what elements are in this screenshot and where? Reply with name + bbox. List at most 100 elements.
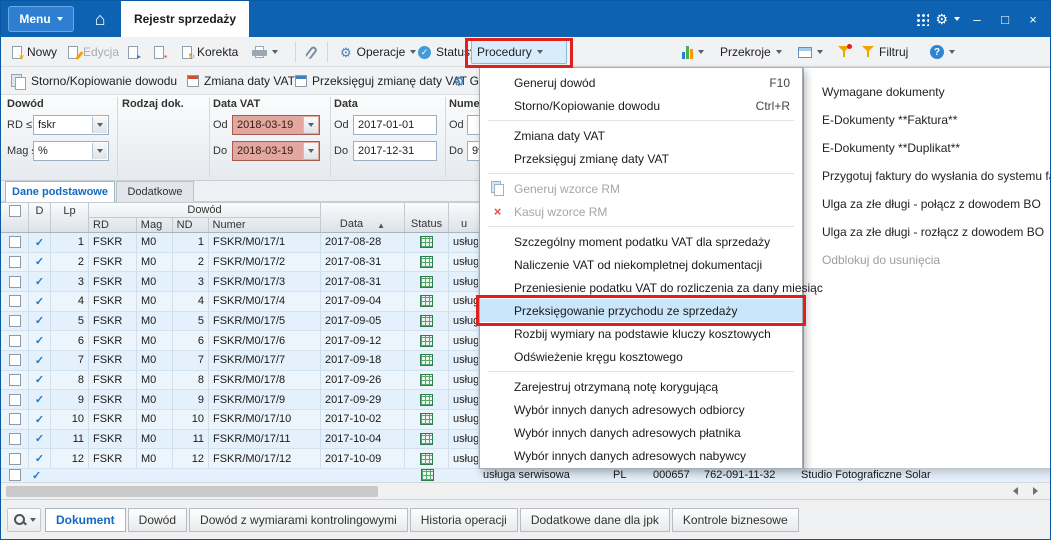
mag-filter-combobox[interactable]: % (33, 141, 109, 161)
menu-item[interactable]: Wybór innych danych adresowych płatnika (480, 421, 802, 444)
bottom-tab-dodatkowe-dane-dla-jpk[interactable]: Dodatkowe dane dla jpk (519, 508, 670, 532)
column-header-status[interactable]: Status (405, 203, 449, 232)
table-row[interactable]: ✓3FSKRM03FSKR/M0/17/32017-08-31usługa se… (1, 272, 479, 292)
calendar-dropdown[interactable] (303, 117, 318, 133)
menu-item[interactable]: Wybór innych danych adresowych odbiorcy (480, 398, 802, 421)
table-row[interactable]: ✓5FSKRM05FSKR/M0/17/52017-09-05usługa se… (1, 311, 479, 332)
row-checkbox[interactable] (1, 409, 29, 429)
calendar-dropdown[interactable] (303, 143, 318, 159)
menu-item[interactable]: Wybór innych danych adresowych nabywcy (480, 444, 802, 467)
bottom-tab-dowód[interactable]: Dowód (127, 508, 188, 532)
select-all-checkbox[interactable] (8, 205, 21, 217)
side-panel-item[interactable]: Przygotuj faktury do wysłania do systemu… (804, 162, 1050, 190)
scroll-right-arrow[interactable] (1033, 487, 1038, 495)
settings-gear-icon[interactable]: ⚙ (935, 11, 948, 28)
row-checkbox[interactable] (1, 291, 29, 311)
clear-filter-button[interactable] (833, 40, 855, 64)
menu-item[interactable]: Zmiana daty VAT (480, 124, 802, 147)
rd-filter-combobox[interactable]: fskr (33, 115, 109, 135)
table-row[interactable]: ✓2FSKRM02FSKR/M0/17/22017-08-31usługa se… (1, 252, 479, 273)
close-button[interactable]: × (1022, 8, 1044, 30)
column-header-rd[interactable]: RD (89, 218, 137, 232)
attachments-button[interactable] (303, 40, 320, 64)
column-header-lp[interactable]: Lp (51, 203, 89, 232)
horizontal-scrollbar[interactable] (1, 482, 1050, 499)
document-icon-button-1[interactable]: ▸ (123, 40, 143, 64)
side-panel-item[interactable]: Wymagane dokumenty (804, 78, 1050, 106)
minimize-button[interactable]: – (966, 8, 988, 30)
document-icon-button-2[interactable]: ▪ (149, 40, 169, 64)
home-button[interactable]: ⌂ (87, 6, 113, 32)
row-checkbox[interactable] (1, 350, 29, 370)
column-header-mag[interactable]: Mag (137, 218, 173, 232)
row-checkbox[interactable] (1, 272, 29, 291)
help-dropdown[interactable]: ? (925, 40, 960, 64)
menu-item[interactable]: Przeksięgowanie przychodu ze sprzedaży (476, 295, 806, 326)
correction-button[interactable]: ↻ Korekta (177, 40, 243, 64)
row-checkbox[interactable] (1, 233, 29, 252)
column-header-extra[interactable]: u (449, 203, 479, 232)
menu-item[interactable]: Odświeżenie kręgu kosztowego (480, 345, 802, 368)
row-checkbox[interactable] (1, 331, 29, 350)
edit-button[interactable]: Edycja (63, 40, 124, 64)
charts-dropdown[interactable] (677, 40, 709, 64)
table-row[interactable]: ✓4FSKRM04FSKR/M0/17/42017-09-04usługa se… (1, 291, 479, 312)
side-panel-item[interactable]: Ulga za złe długi - połącz z dowodem BO (804, 190, 1050, 218)
row-checkbox[interactable] (9, 469, 21, 481)
table-layout-dropdown[interactable] (793, 40, 828, 64)
scroll-left-arrow[interactable] (1013, 487, 1018, 495)
partial-table-row[interactable]: ✓ usługa serwisowa PL 000657 762-091-11-… (1, 469, 1050, 482)
table-row[interactable]: ✓12FSKRM012FSKR/M0/17/122017-10-09usługa… (1, 449, 479, 469)
table-row[interactable]: ✓6FSKRM06FSKR/M0/17/62017-09-12usługa se… (1, 331, 479, 351)
table-row[interactable]: ✓11FSKRM011FSKR/M0/17/112017-10-04usługa… (1, 429, 479, 450)
side-panel-item[interactable]: E-Dokumenty **Duplikat** (804, 134, 1050, 162)
column-header-numer[interactable]: Numer (209, 218, 320, 232)
column-header-d[interactable]: D (29, 203, 51, 232)
column-header-nd[interactable]: ND (173, 218, 209, 232)
scrollbar-thumb[interactable] (6, 486, 378, 497)
side-panel-item[interactable]: E-Dokumenty **Faktura** (804, 106, 1050, 134)
side-panel-item[interactable]: Ulga za złe długi - rozłącz z dowodem BO (804, 218, 1050, 246)
combo-arrow[interactable] (92, 143, 107, 159)
storno-copy-button[interactable]: Storno/Kopiowanie dowodu (7, 70, 181, 92)
row-checkbox[interactable] (1, 449, 29, 468)
menu-item[interactable]: Przeksięguj zmianę daty VAT (480, 147, 802, 170)
row-checkbox[interactable] (1, 311, 29, 331)
tab-dane-podstawowe[interactable]: Dane podstawowe (5, 181, 115, 202)
row-checkbox[interactable] (1, 390, 29, 409)
repost-vat-date-button[interactable]: Przeksięguj zmianę daty VAT (291, 70, 471, 92)
data-od-field[interactable]: 2017-01-01 (353, 115, 437, 135)
data-vat-do-field[interactable]: 2018-03-19 (232, 141, 320, 161)
bottom-tab-kontrole-biznesowe[interactable]: Kontrole biznesowe (671, 508, 799, 532)
bottom-tab-dowód-z-wymiarami-kontrolingowymi[interactable]: Dowód z wymiarami kontrolingowymi (189, 508, 408, 532)
table-row[interactable]: ✓10FSKRM010FSKR/M0/17/102017-10-02usługa… (1, 409, 479, 430)
operations-dropdown[interactable]: ⚙ Operacje (335, 40, 421, 64)
column-header-data[interactable]: Data ▲ (321, 203, 405, 232)
menu-item[interactable]: Rozbij wymiary na podstawie kluczy koszt… (480, 322, 802, 345)
print-button[interactable] (247, 40, 283, 64)
row-checkbox[interactable] (1, 252, 29, 272)
table-row[interactable]: ✓9FSKRM09FSKR/M0/17/92017-09-29usługa se… (1, 390, 479, 410)
data-do-field[interactable]: 2017-12-31 (353, 141, 437, 161)
views-dropdown[interactable]: Przekroje (715, 40, 787, 64)
table-row[interactable]: ✓8FSKRM08FSKR/M0/17/82017-09-26usługa se… (1, 370, 479, 391)
search-views-button[interactable] (7, 508, 41, 532)
change-vat-date-button[interactable]: Zmiana daty VAT (183, 70, 299, 92)
menu-item[interactable]: Szczególny moment podatku VAT dla sprzed… (480, 230, 802, 253)
tab-dodatkowe[interactable]: Dodatkowe (116, 181, 194, 202)
procedures-dropdown[interactable]: Procedury (471, 40, 567, 64)
new-button[interactable]: ★ Nowy (7, 40, 62, 64)
settings-chevron-icon[interactable] (954, 17, 960, 21)
column-group-dowod[interactable]: Dowód (89, 203, 320, 218)
menu-item[interactable]: Naliczenie VAT od niekompletnej dokument… (480, 253, 802, 276)
menu-item[interactable]: Storno/Kopiowanie dowodu Ctrl+R (480, 94, 802, 117)
main-menu-button[interactable]: Menu (8, 6, 74, 32)
menu-item[interactable]: Generuj dowód F10 (480, 71, 802, 94)
maximize-button[interactable]: □ (994, 8, 1016, 30)
menu-item[interactable]: Zarejestruj otrzymaną notę korygującą (480, 375, 802, 398)
menu-item[interactable]: Przeniesienie podatku VAT do rozliczenia… (480, 276, 823, 299)
table-row[interactable]: ✓7FSKRM07FSKR/M0/17/72017-09-18usługa se… (1, 350, 479, 371)
row-checkbox[interactable] (1, 370, 29, 390)
apps-grid-icon[interactable] (916, 12, 930, 26)
tab-rejestr-sprzedazy[interactable]: Rejestr sprzedaży (121, 1, 249, 37)
